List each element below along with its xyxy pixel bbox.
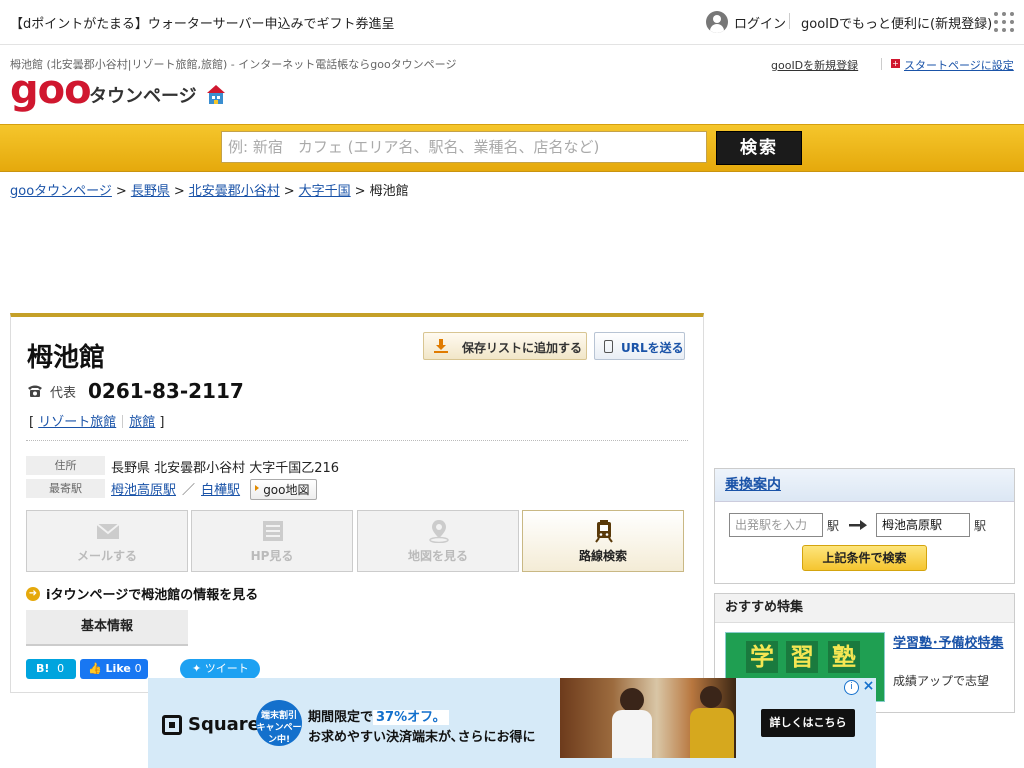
station-link[interactable]: 栂池高原駅 <box>111 483 176 498</box>
breadcrumb-item[interactable]: 大字千国 <box>299 184 351 199</box>
login-link[interactable]: ログイン <box>706 11 786 33</box>
feature-subtext: 成績アップで志望 <box>893 674 990 688</box>
ad-info-icon[interactable]: i <box>844 680 859 695</box>
promo-link[interactable]: 【dポイントがたまる】ウォーターサーバー申込みでギフト券進呈 <box>10 13 394 32</box>
thumbs-up-icon: 👍 <box>88 662 102 675</box>
category-link[interactable]: リゾート旅館 <box>38 415 116 430</box>
station-values: 栂池高原駅／白樺駅 goo地図 <box>111 479 317 500</box>
shop-name: 栂池館 <box>27 343 106 373</box>
category-list: [ リゾート旅館 旅館 ] <box>29 415 165 430</box>
departure-station-input[interactable]: 出発駅を入力 <box>729 513 823 537</box>
station-link[interactable]: 白樺駅 <box>201 483 240 498</box>
transit-box: 乗換案内 出発駅を入力 駅 栂池高原駅 駅 上記条件で検索 <box>714 468 1015 584</box>
hp-tile[interactable]: HP見る <box>191 510 353 572</box>
arrival-station-input[interactable]: 栂池高原駅 <box>876 513 970 537</box>
download-icon <box>434 339 448 353</box>
square-logo: Square <box>162 714 260 735</box>
goo-map-button[interactable]: goo地図 <box>250 479 317 500</box>
hatena-bookmark-button[interactable]: B! 0 <box>26 659 76 679</box>
ad-close-icon[interactable]: × <box>862 679 875 693</box>
mobile-icon <box>604 340 613 353</box>
townpage-house-icon <box>207 85 225 104</box>
tel-label: 代表 <box>50 385 77 401</box>
mail-tile[interactable]: メールする <box>26 510 188 572</box>
webpage-icon <box>263 521 283 541</box>
ad-banner[interactable]: Square 端末割引 キャンペーン中! 期間限定で 37%オフ。 お求めやすい決… <box>148 678 876 768</box>
recommend-title: おすすめ特集 <box>715 594 1014 623</box>
ad-controls: i × <box>844 679 875 695</box>
map-pin-icon <box>429 520 449 543</box>
square-logo-icon <box>162 714 182 735</box>
ad-photo <box>560 678 736 758</box>
category-link[interactable]: 旅館 <box>129 415 155 430</box>
tab-basic-info[interactable]: 基本情報 <box>26 610 188 646</box>
gooid-register-link[interactable]: gooIDを新規登録 <box>771 57 858 73</box>
search-input[interactable]: 例: 新宿 カフェ (エリア名、駅名、業種名、店名など) <box>221 131 707 163</box>
address-value: 長野県 北安曇郡小谷村 大字千国乙216 <box>111 461 340 476</box>
facebook-like-button[interactable]: 👍 Like 0 <box>80 659 148 679</box>
transit-search-button[interactable]: 上記条件で検索 <box>802 545 927 571</box>
feature-link[interactable]: 学習塾･予備校特集 <box>893 634 1005 653</box>
top-bar: 【dポイントがたまる】ウォーターサーバー申込みでギフト券進呈 ログイン gooI… <box>0 0 1024 45</box>
twitter-bird-icon: ✦ <box>192 662 202 675</box>
ad-headline: 期間限定で 37%オフ。 <box>308 706 449 725</box>
breadcrumb: gooタウンページ > 長野県 > 北安曇郡小谷村 > 大字千国 > 栂池館 <box>10 184 409 199</box>
divider <box>789 13 790 29</box>
send-url-button[interactable]: URLを送る <box>594 332 685 360</box>
search-band: 例: 新宿 カフェ (エリア名、駅名、業種名、店名など) 検索 <box>0 124 1024 172</box>
address-label: 住所 <box>26 456 105 475</box>
map-tile[interactable]: 地図を見る <box>357 510 519 572</box>
station-suffix: 駅 <box>827 519 840 533</box>
townpage-logo[interactable]: タウンページ <box>89 82 197 108</box>
transit-title-link[interactable]: 乗換案内 <box>725 477 781 493</box>
itownpage-link[interactable]: ➜ iタウンページで栂池館の情報を見る <box>26 584 258 603</box>
train-icon <box>595 520 613 543</box>
arrow-right-icon <box>849 520 867 530</box>
tel-row: 代表 0261-83-2117 <box>27 379 244 403</box>
startpage-link[interactable]: スタートページに設定 <box>904 57 1014 73</box>
app-grid-icon[interactable] <box>994 12 1014 32</box>
breadcrumb-current: 栂池館 <box>369 184 409 199</box>
divider <box>881 58 882 70</box>
login-label: ログイン <box>734 16 787 32</box>
breadcrumb-item[interactable]: 長野県 <box>131 184 170 199</box>
telephone-icon <box>28 385 42 397</box>
startpage-icon: + <box>891 59 900 68</box>
station-label: 最寄駅 <box>26 479 105 498</box>
ad-subline: お求めやすい決済端末が､さらにお得に <box>308 730 536 745</box>
route-search-tile[interactable]: 路線検索 <box>522 510 684 572</box>
station-suffix: 駅 <box>974 519 987 533</box>
shop-card: 栂池館 保存リストに追加する URLを送る 代表 0261-83-2117 [ … <box>10 313 704 693</box>
ad-details-button[interactable]: 詳しくはこちら <box>761 709 855 737</box>
user-icon <box>706 11 728 33</box>
search-button[interactable]: 検索 <box>716 131 802 165</box>
save-list-button[interactable]: 保存リストに追加する <box>423 332 587 360</box>
breadcrumb-item[interactable]: 北安曇郡小谷村 <box>189 184 280 199</box>
goo-logo[interactable]: goo <box>10 68 92 112</box>
arrow-right-icon: ➜ <box>26 586 40 601</box>
mail-icon <box>96 523 120 539</box>
gooid-register-top-link[interactable]: gooIDでもっと便利に(新規登録) <box>801 13 992 32</box>
tel-number: 0261-83-2117 <box>88 379 244 403</box>
divider <box>26 440 688 441</box>
tweet-button[interactable]: ✦ ツイート <box>180 659 260 679</box>
discount-badge: 端末割引 キャンペーン中! <box>256 700 302 746</box>
breadcrumb-item[interactable]: gooタウンページ <box>10 184 112 199</box>
